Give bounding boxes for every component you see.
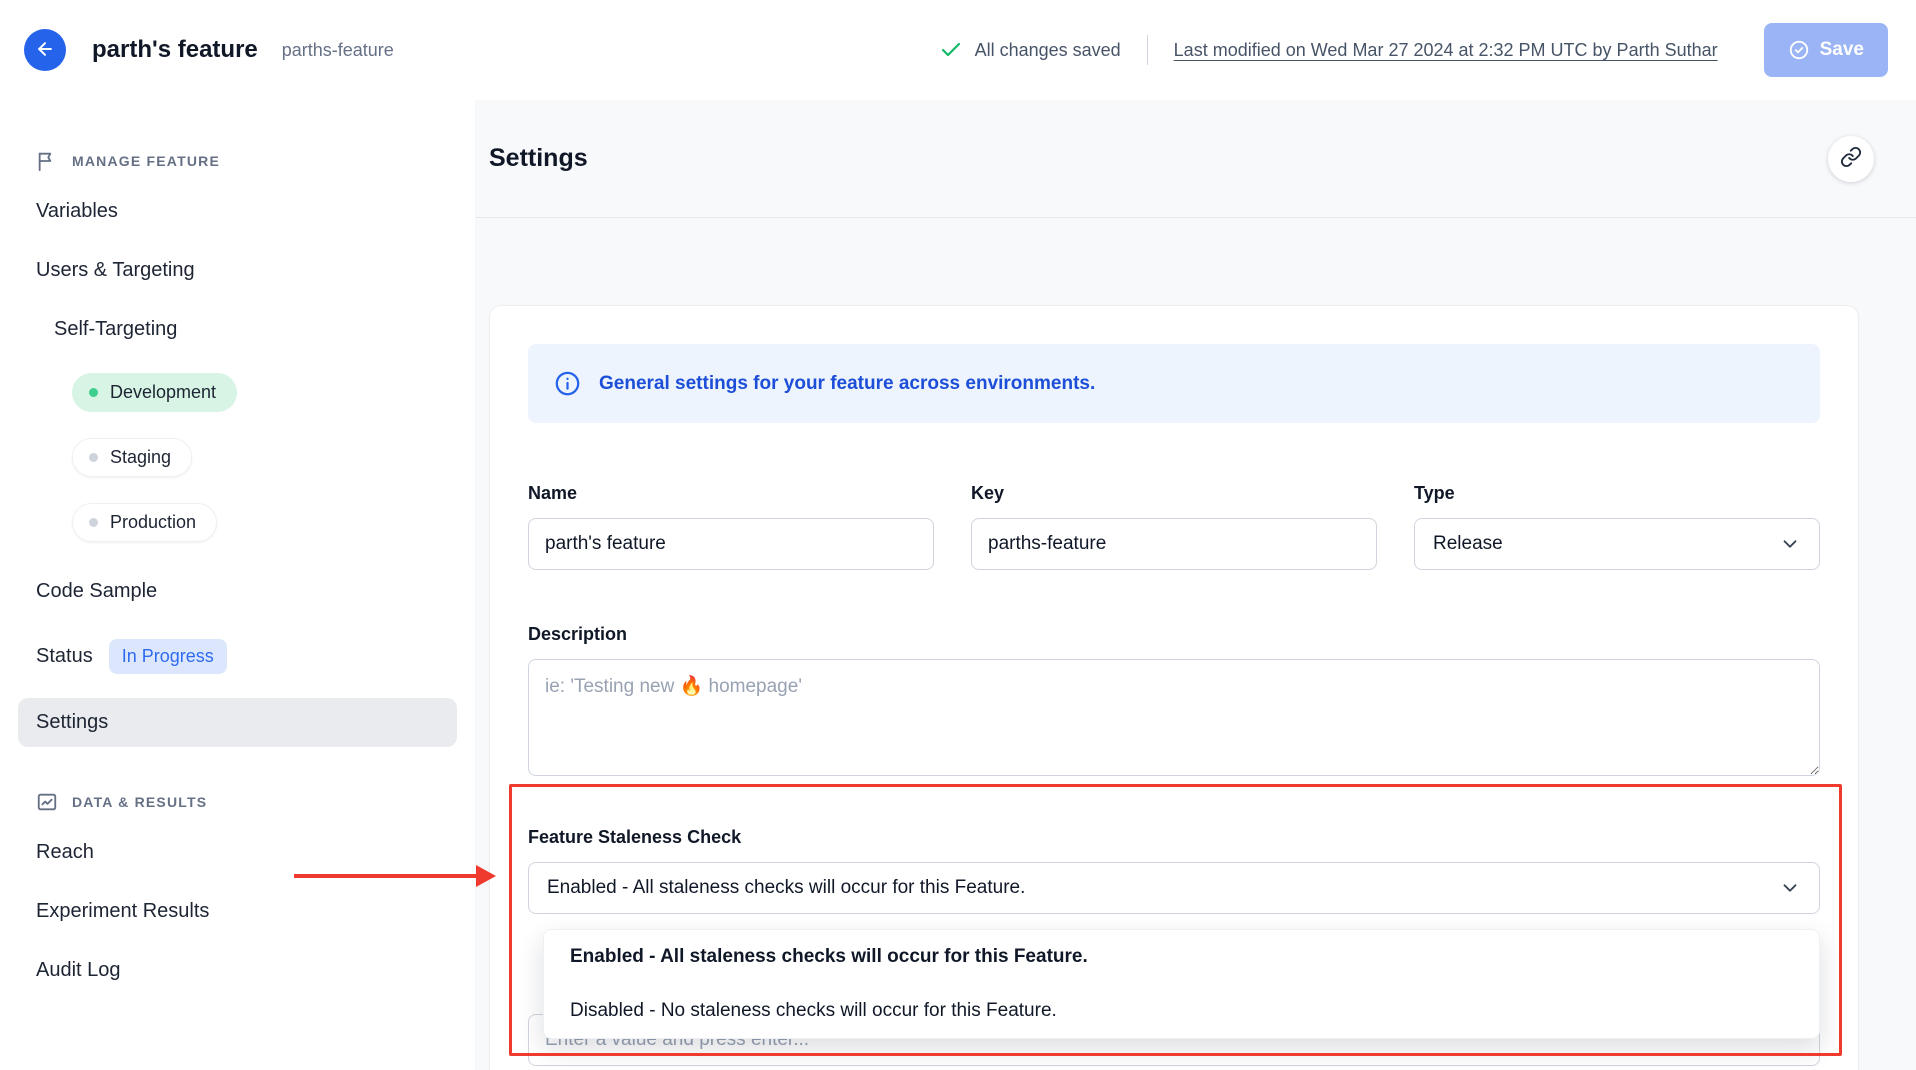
sidebar-item-code-sample[interactable]: Code Sample <box>36 580 457 603</box>
staleness-section: Feature Staleness Check Enabled - All st… <box>528 827 1820 1066</box>
page-title: Settings <box>489 144 588 173</box>
save-check-icon <box>1788 39 1810 61</box>
sidebar-env-staging[interactable]: Staging <box>72 438 192 477</box>
fields-row: Name Key Type Release <box>528 483 1820 570</box>
section-data-label: DATA & RESULTS <box>72 794 207 810</box>
chart-icon <box>36 791 58 813</box>
key-label: Key <box>971 483 1377 504</box>
env-production-label: Production <box>110 512 196 533</box>
main-area: Settings General settings for your featu… <box>475 100 1916 1070</box>
dropdown-option-disabled[interactable]: Disabled - No staleness checks will occu… <box>544 984 1819 1038</box>
sidebar-env-production[interactable]: Production <box>72 503 217 542</box>
name-input[interactable] <box>528 518 934 570</box>
info-icon <box>554 370 581 397</box>
app-root: parth's feature parths-feature All chang… <box>0 0 1916 1070</box>
env-dot-gray <box>89 453 98 462</box>
sidebar-item-status: Status In Progress <box>36 639 457 674</box>
arrow-left-icon <box>35 39 55 62</box>
type-field-group: Type Release <box>1414 483 1820 570</box>
check-icon <box>939 38 963 62</box>
type-select-value: Release <box>1433 533 1503 555</box>
description-label: Description <box>528 624 1820 645</box>
settings-content: General settings for your feature across… <box>475 218 1916 1070</box>
sidebar: MANAGE FEATURE Variables Users & Targeti… <box>0 100 475 1070</box>
env-staging-label: Staging <box>110 447 171 468</box>
last-modified-link[interactable]: Last modified on Wed Mar 27 2024 at 2:32… <box>1174 40 1718 61</box>
settings-card: General settings for your feature across… <box>489 305 1859 1070</box>
status-badge: In Progress <box>109 639 227 674</box>
key-field-group: Key <box>971 483 1377 570</box>
section-manage-feature: MANAGE FEATURE <box>36 150 457 172</box>
description-group: Description <box>528 624 1820 781</box>
app-header: parth's feature parths-feature All chang… <box>0 0 1916 100</box>
back-button[interactable] <box>24 29 66 71</box>
sidebar-item-users-targeting[interactable]: Users & Targeting <box>36 259 457 282</box>
save-button-label: Save <box>1820 39 1864 61</box>
sidebar-item-reach[interactable]: Reach <box>36 841 457 864</box>
settings-toolbar: Settings <box>475 100 1916 218</box>
flag-icon <box>36 150 58 172</box>
staleness-select-value: Enabled - All staleness checks will occu… <box>547 877 1025 899</box>
staleness-select[interactable]: Enabled - All staleness checks will occu… <box>528 862 1820 914</box>
save-button[interactable]: Save <box>1764 23 1888 77</box>
type-select[interactable]: Release <box>1414 518 1820 570</box>
chevron-down-icon <box>1779 533 1801 555</box>
type-label: Type <box>1414 483 1820 504</box>
link-icon <box>1840 146 1862 171</box>
body-row: MANAGE FEATURE Variables Users & Targeti… <box>0 100 1916 1070</box>
section-manage-label: MANAGE FEATURE <box>72 153 220 169</box>
staleness-label: Feature Staleness Check <box>528 827 1820 848</box>
chevron-down-icon <box>1779 877 1801 899</box>
info-banner: General settings for your feature across… <box>528 344 1820 423</box>
env-development-label: Development <box>110 382 216 403</box>
sidebar-item-variables[interactable]: Variables <box>36 200 457 223</box>
feature-title: parth's feature <box>92 36 258 64</box>
save-status-text: All changes saved <box>975 40 1121 61</box>
name-field-group: Name <box>528 483 934 570</box>
section-data-results: DATA & RESULTS <box>36 791 457 813</box>
sidebar-item-audit-log[interactable]: Audit Log <box>36 959 457 982</box>
info-banner-text: General settings for your feature across… <box>599 373 1095 395</box>
env-dot-gray <box>89 518 98 527</box>
description-textarea[interactable] <box>528 659 1820 776</box>
staleness-dropdown: Enabled - All staleness checks will occu… <box>543 929 1820 1039</box>
sidebar-env-development[interactable]: Development <box>72 373 237 412</box>
sidebar-item-settings[interactable]: Settings <box>18 698 457 747</box>
status-label[interactable]: Status <box>36 645 93 668</box>
key-input[interactable] <box>971 518 1377 570</box>
sidebar-item-experiment-results[interactable]: Experiment Results <box>36 900 457 923</box>
dropdown-option-enabled[interactable]: Enabled - All staleness checks will occu… <box>544 930 1819 984</box>
name-label: Name <box>528 483 934 504</box>
save-status: All changes saved <box>939 38 1121 62</box>
sidebar-item-self-targeting[interactable]: Self-Targeting <box>54 318 457 341</box>
header-divider <box>1147 35 1148 65</box>
feature-key-text: parths-feature <box>282 40 394 61</box>
env-dot-green <box>89 388 98 397</box>
copy-link-button[interactable] <box>1828 136 1874 182</box>
